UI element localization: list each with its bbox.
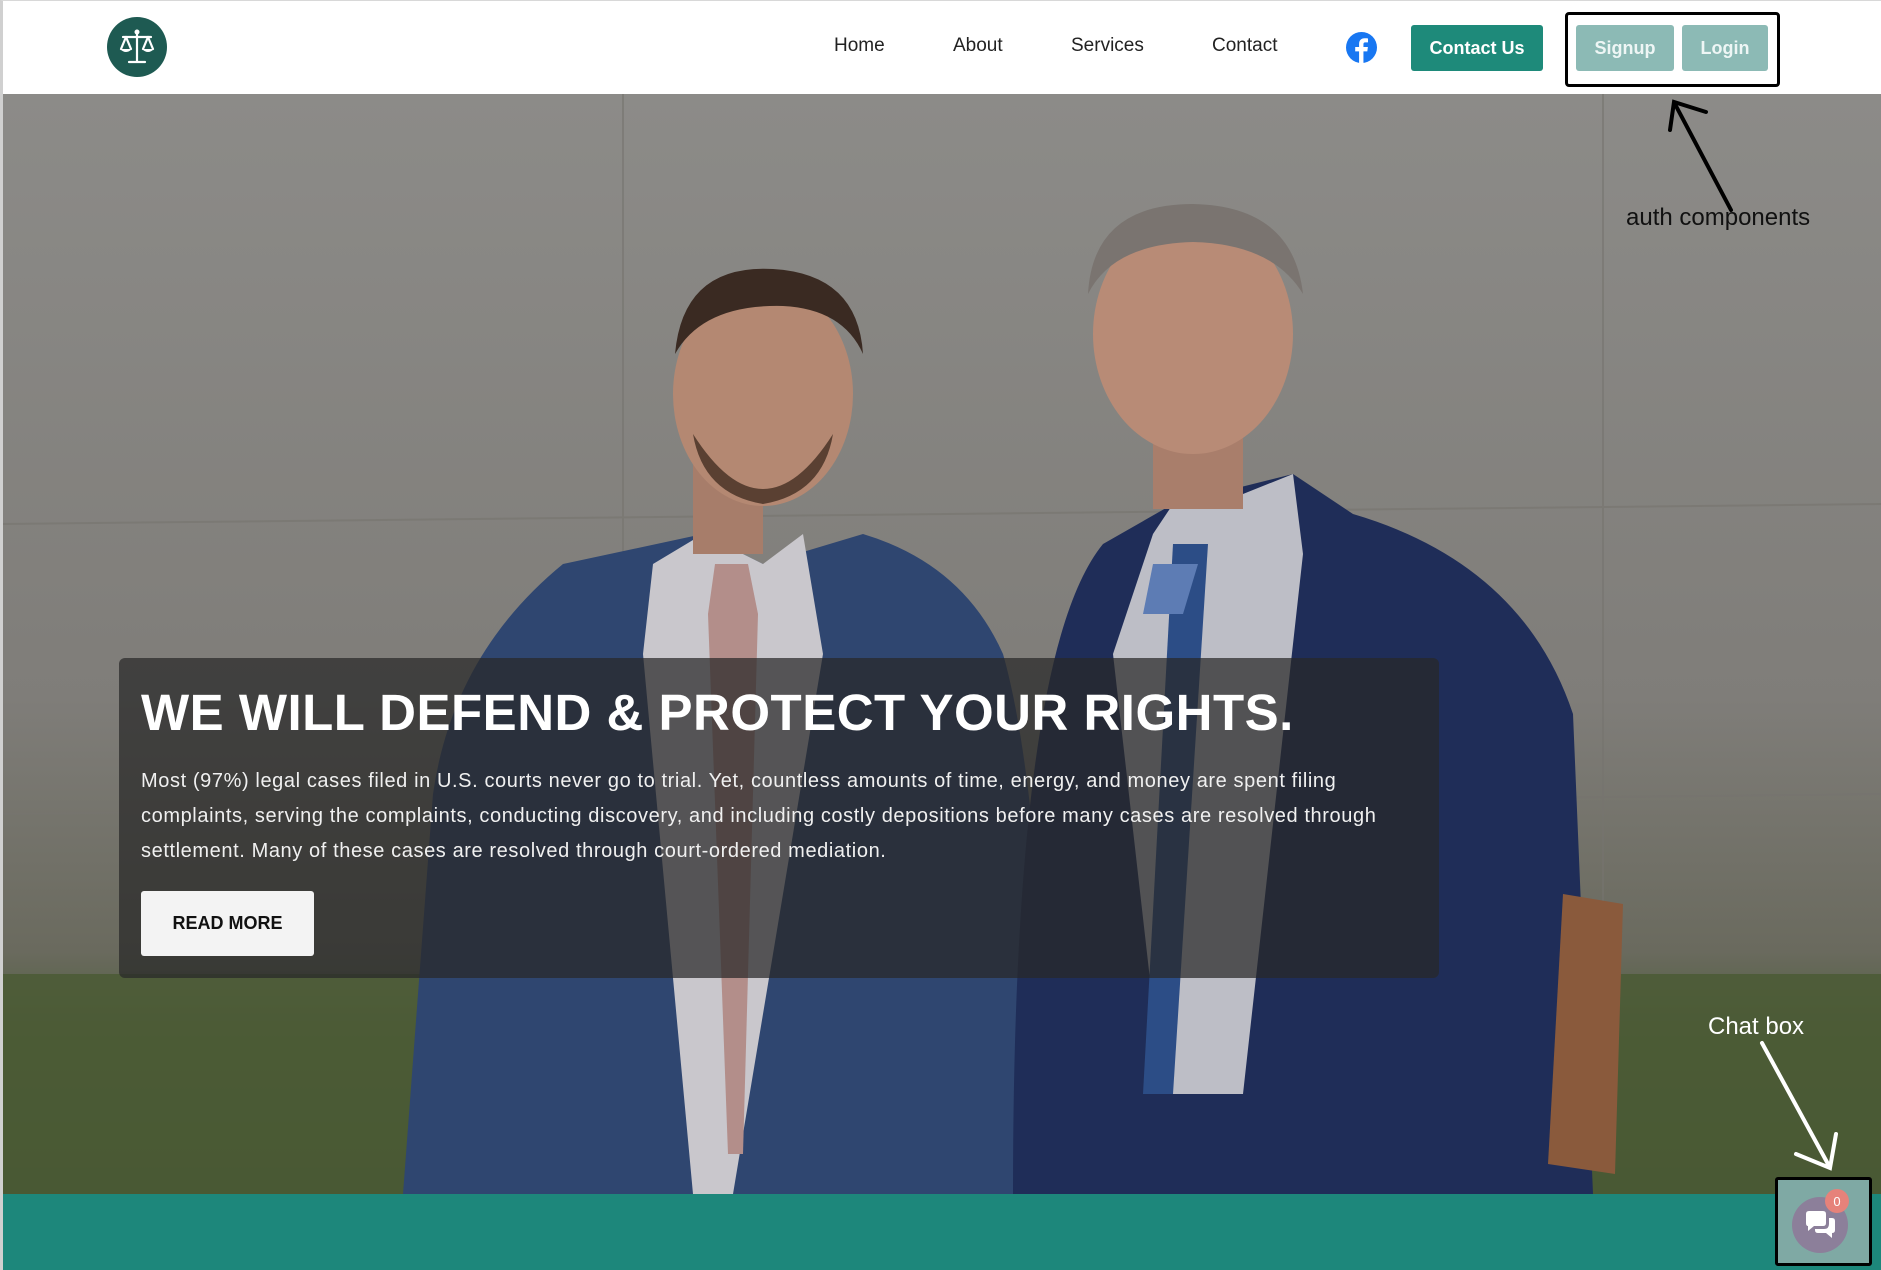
chat-unread-badge: 0 bbox=[1825, 1189, 1849, 1213]
annotation-auth-components: auth components bbox=[1626, 204, 1811, 231]
section-band bbox=[0, 1194, 1881, 1270]
hero-section bbox=[0, 94, 1881, 1194]
logo-scales-icon[interactable] bbox=[107, 17, 167, 77]
nav-home[interactable]: Home bbox=[834, 35, 885, 57]
nav-services[interactable]: Services bbox=[1071, 35, 1144, 57]
nav-contact[interactable]: Contact bbox=[1212, 35, 1277, 57]
hero-paragraph: Most (97%) legal cases filed in U.S. cou… bbox=[141, 770, 1377, 862]
annotation-chat-box: Chat box bbox=[1708, 1013, 1805, 1040]
login-button[interactable]: Login bbox=[1682, 25, 1768, 71]
chat-bubbles-icon bbox=[1806, 1211, 1835, 1238]
hero-photo-two-lawyers bbox=[3, 94, 1881, 1194]
facebook-icon[interactable] bbox=[1346, 32, 1377, 63]
contact-us-button[interactable]: Contact Us bbox=[1411, 25, 1543, 71]
hero-headline: WE WILL DEFEND & PROTECT YOUR RIGHTS. bbox=[141, 684, 1294, 741]
signup-button[interactable]: Signup bbox=[1576, 25, 1674, 71]
site-header: Home About Services Contact Contact Us S… bbox=[0, 0, 1881, 94]
read-more-button[interactable]: READ MORE bbox=[141, 891, 314, 956]
nav-about[interactable]: About bbox=[953, 35, 1003, 57]
